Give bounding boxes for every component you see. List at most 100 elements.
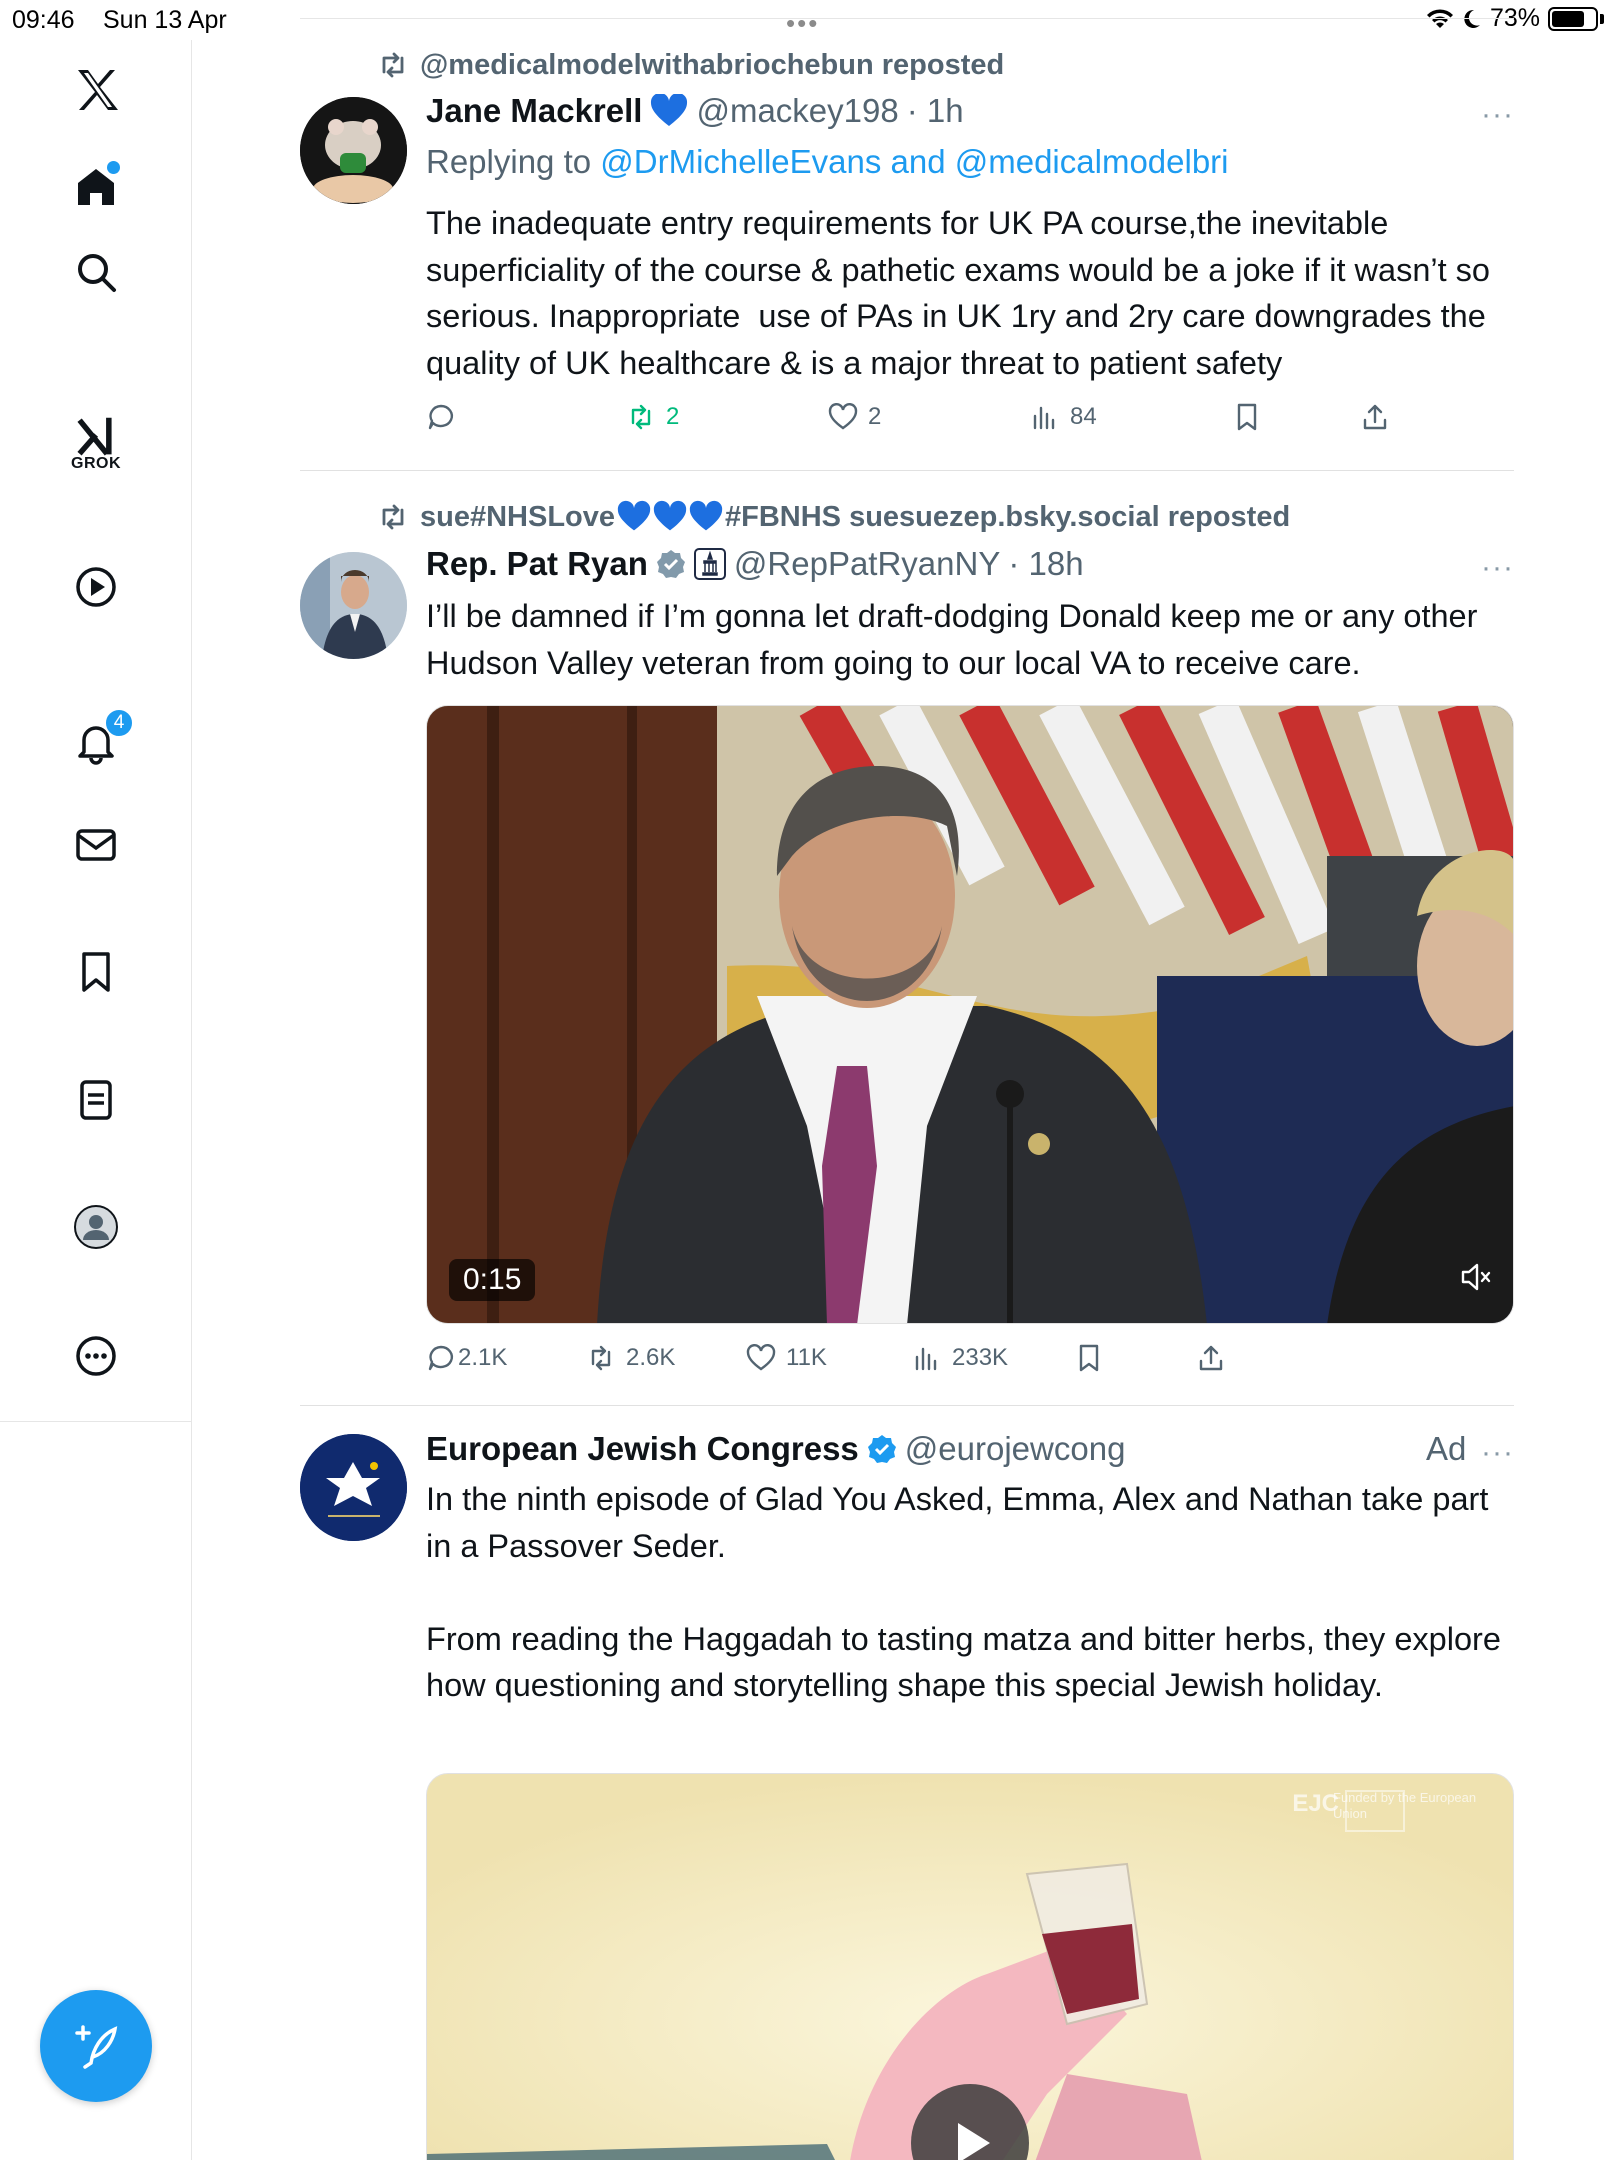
heart-icon: [828, 403, 858, 430]
verified-badge-icon: [867, 1435, 896, 1463]
author-name[interactable]: Rep. Pat Ryan: [426, 545, 648, 583]
post-more-icon[interactable]: ···: [1481, 551, 1514, 585]
reply-button[interactable]: [426, 402, 456, 432]
views-icon: [1033, 406, 1055, 430]
video-player[interactable]: 0:15: [426, 705, 1514, 1324]
compose-post-button[interactable]: [40, 1990, 152, 2102]
blue-heart-icon: [651, 94, 688, 126]
author-handle[interactable]: @eurojewcong: [905, 1430, 1126, 1468]
ad-label: Ad: [1426, 1430, 1467, 1467]
repost-button[interactable]: 2.6K: [586, 1343, 675, 1373]
repost-context-text: #FBNHS suesuezep.bsky.social reposted: [725, 500, 1291, 533]
share-icon: [1199, 1345, 1223, 1371]
lists-icon[interactable]: [66, 1070, 126, 1130]
author-name[interactable]: Jane Mackrell: [426, 92, 642, 130]
search-icon[interactable]: [66, 242, 126, 302]
status-bar: 09:46 Sun 13 Apr ••• 73%: [0, 0, 1620, 40]
post-time: · 18h: [1008, 545, 1084, 582]
compose-feather-icon: [75, 2025, 118, 2069]
x-logo-icon[interactable]: [66, 60, 126, 120]
author-handle[interactable]: @mackey198: [696, 92, 898, 130]
views-button[interactable]: 233K: [912, 1343, 1008, 1373]
funding-credit: Funded by the European Union: [1333, 1790, 1477, 1821]
messages-icon[interactable]: [66, 815, 126, 875]
post-more-icon[interactable]: ···: [1481, 1436, 1514, 1470]
bookmark-icon: [1237, 403, 1257, 431]
reply-count: 2.1K: [458, 1344, 508, 1371]
post-text: I’ll be damned if I’m gonna let draft-do…: [426, 598, 1487, 681]
post-text: The inadequate entry requirements for UK…: [426, 205, 1500, 381]
avatar[interactable]: [300, 97, 407, 204]
mute-icon[interactable]: [1457, 1259, 1493, 1295]
repost-button[interactable]: 2: [626, 402, 679, 432]
author-name[interactable]: European Jewish Congress: [426, 1430, 859, 1468]
share-icon: [1363, 404, 1387, 430]
reply-to-line: Replying to @DrMichelleEvans and @medica…: [426, 143, 1229, 181]
bookmark-button[interactable]: [1232, 402, 1262, 432]
profile-avatar-icon[interactable]: [66, 1197, 126, 1257]
share-button[interactable]: [1360, 402, 1390, 432]
gray-verified-badge-icon: [656, 550, 685, 578]
notifications-count-badge: 4: [104, 708, 134, 738]
share-button[interactable]: [1196, 1343, 1226, 1373]
ejc-logo-avatar: [300, 1434, 407, 1541]
like-button[interactable]: 2: [828, 402, 881, 432]
grok-label: GROK: [71, 455, 121, 472]
repost-icon: [631, 404, 651, 430]
repost-context[interactable]: @medicalmodelwithabriochebun reposted: [376, 48, 1004, 82]
post-header: Jane Mackrell @mackey198 · 1h: [426, 92, 964, 130]
repost-count: 2: [666, 403, 680, 430]
home-unread-dot: [107, 161, 120, 174]
bookmark-icon: [1079, 1344, 1099, 1372]
grok-icon[interactable]: GROK: [66, 415, 126, 501]
avatar[interactable]: [300, 552, 407, 659]
post-actions: 2.1K 2.6K 11K 233K: [426, 1343, 1426, 1383]
home-icon[interactable]: [66, 157, 126, 217]
like-count: 11K: [786, 1344, 827, 1371]
post-time: · 1h: [906, 92, 964, 129]
heart-icon: [746, 1344, 776, 1371]
reply-icon: [428, 1345, 454, 1371]
repost-icon: [591, 1345, 611, 1371]
blue-hearts-emoji: [617, 500, 723, 534]
post-actions: 2 2 84: [426, 402, 1426, 442]
repost-count: 2.6K: [626, 1344, 676, 1371]
bookmarks-icon[interactable]: [66, 942, 126, 1002]
post-header: Rep. Pat Ryan @RepPatRyanNY · 18h: [426, 545, 1084, 583]
reply-button[interactable]: 2.1K: [426, 1343, 507, 1373]
video-timer: 0:15: [449, 1259, 536, 1301]
like-button[interactable]: 11K: [746, 1343, 827, 1373]
bookmark-button[interactable]: [1074, 1343, 1104, 1373]
more-options-icon[interactable]: [66, 1326, 126, 1386]
like-count: 2: [868, 403, 882, 430]
ad-video-player[interactable]: EJC Funded by the European Union: [426, 1773, 1514, 2160]
author-handle[interactable]: @RepPatRyanNY: [734, 545, 1000, 583]
repost-context[interactable]: sue#NHSLove #FBNHS suesuezep.bsky.social…: [376, 500, 1290, 534]
repost-icon: [382, 52, 404, 78]
play-icon: [958, 2123, 990, 2160]
views-count: 84: [1070, 403, 1097, 430]
repost-icon: [382, 504, 404, 530]
post-more-icon[interactable]: ···: [1481, 98, 1514, 132]
reply-icon: [428, 404, 454, 430]
post-text: In the ninth episode of Glad You Asked, …: [426, 1481, 1501, 1703]
video-icon[interactable]: [66, 557, 126, 617]
repost-context-name: sue#NHSLove: [420, 500, 616, 533]
views-button[interactable]: 84: [1030, 402, 1097, 432]
avatar[interactable]: [300, 1434, 407, 1541]
status-date: Sun 13 Apr: [103, 6, 227, 34]
ejc-watermark: EJC: [1292, 1790, 1339, 1817]
repost-context-text: @medicalmodelwithabriochebun reposted: [420, 48, 1005, 81]
battery-icon: [1548, 6, 1598, 31]
notifications-bell-icon[interactable]: 4: [66, 708, 134, 772]
hamster-avatar-image: [300, 97, 407, 204]
reply-prefix: Replying to: [426, 143, 601, 180]
government-capitol-icon: [693, 548, 726, 580]
multitasking-dots-icon[interactable]: •••: [786, 8, 819, 39]
reply-to-mentions[interactable]: @DrMichelleEvans and @medicalmodelbri: [600, 143, 1228, 180]
views-count: 233K: [952, 1344, 1009, 1371]
post-header: European Jewish Congress @eurojewcong: [426, 1430, 1125, 1468]
views-icon: [915, 1347, 937, 1371]
sidebar: GROK 4: [0, 40, 192, 1422]
video-frame: [427, 706, 1513, 1323]
